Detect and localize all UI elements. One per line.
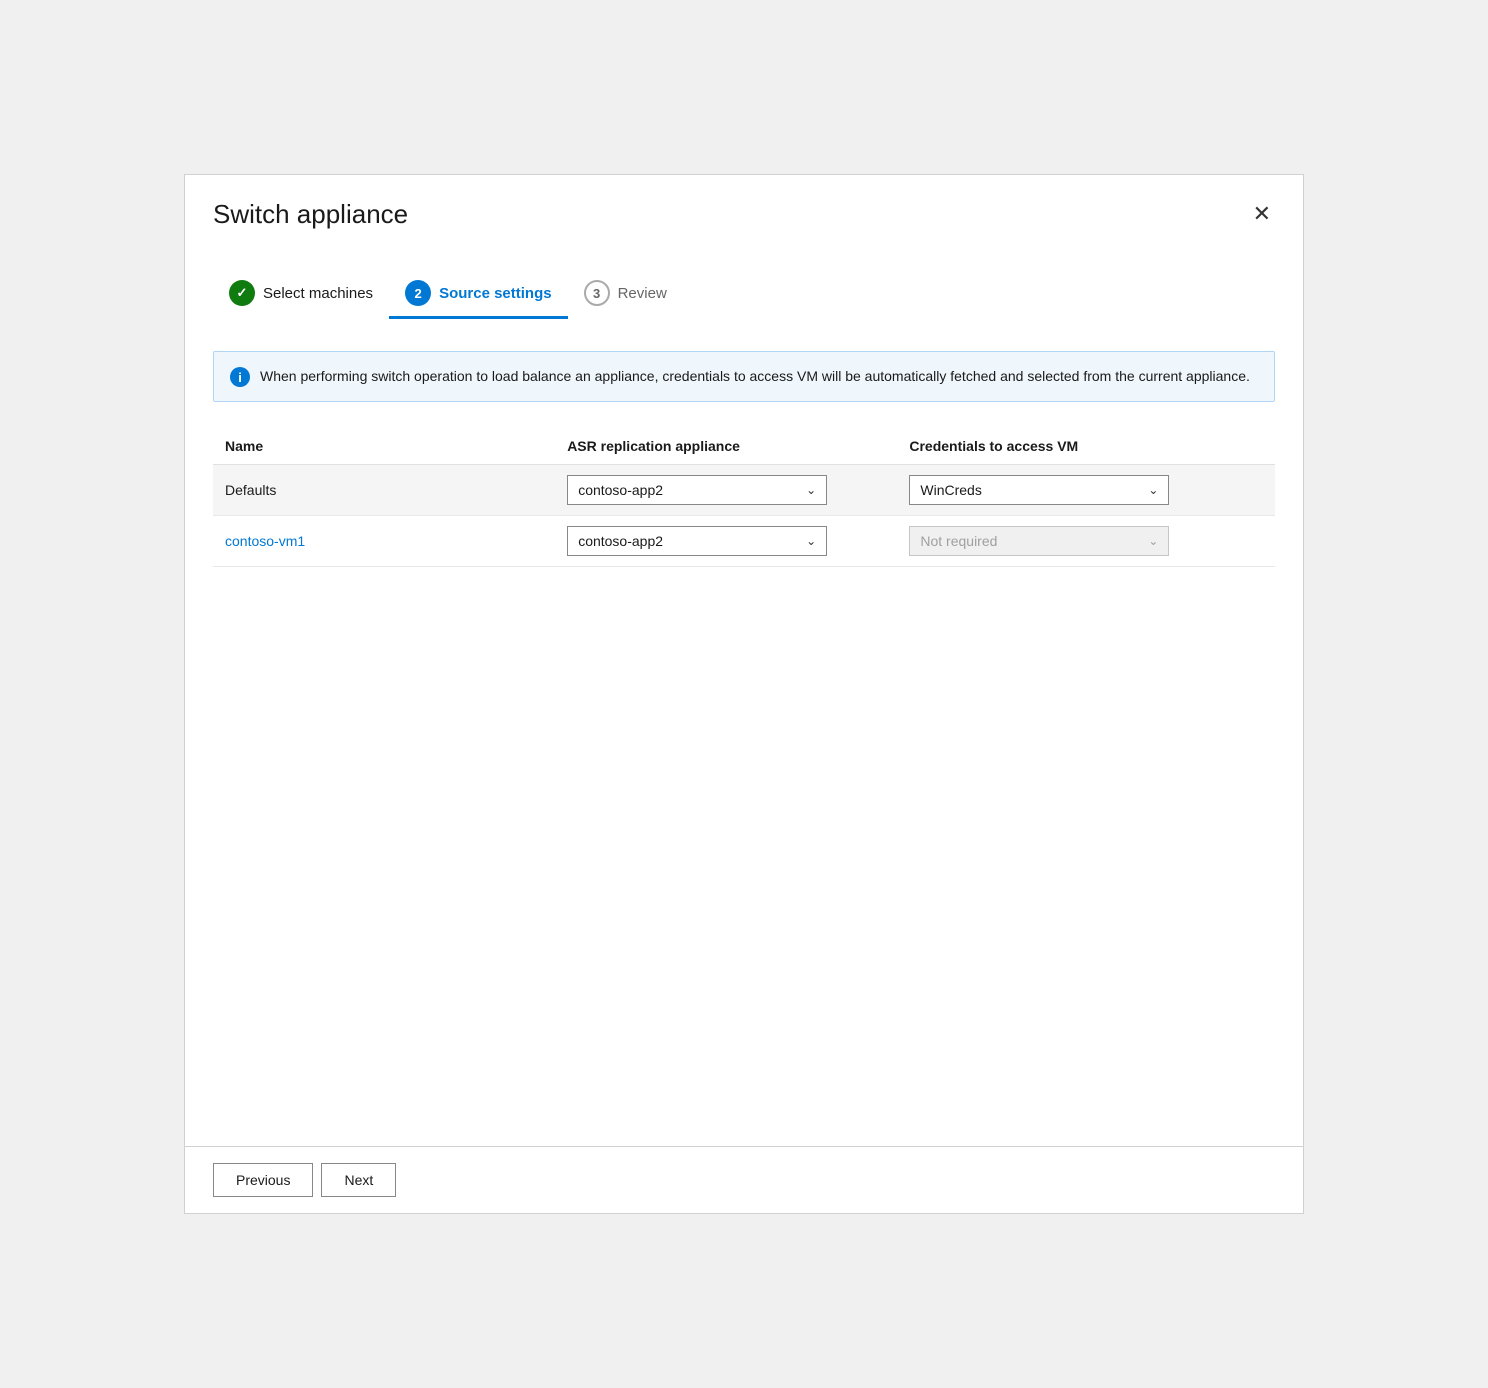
dialog-footer: Previous Next [185, 1146, 1303, 1213]
switch-appliance-dialog: Switch appliance ✕ ✓ Select machines 2 S… [184, 174, 1304, 1214]
step-select-machines[interactable]: ✓ Select machines [213, 270, 389, 319]
row-defaults-appliance-value: contoso-app2 [578, 482, 663, 498]
step-2-label: Source settings [439, 285, 552, 302]
row-vm1-credentials-dropdown: Not required ⌄ [909, 526, 1169, 556]
stepper: ✓ Select machines 2 Source settings 3 Re… [213, 262, 1275, 327]
row-vm1-appliance-cell: contoso-app2 ⌄ [555, 516, 897, 567]
row-vm1-appliance-value: contoso-app2 [578, 533, 663, 549]
chevron-down-icon: ⌄ [806, 534, 816, 548]
col-header-credentials: Credentials to access VM [897, 430, 1275, 465]
row-vm1-credentials-cell: Not required ⌄ [897, 516, 1275, 567]
info-banner-text: When performing switch operation to load… [260, 366, 1250, 387]
step-2-circle: 2 [405, 280, 431, 306]
row-vm1-credentials-value: Not required [920, 533, 997, 549]
chevron-down-icon: ⌄ [1148, 534, 1158, 548]
dialog-header: Switch appliance ✕ [185, 175, 1303, 246]
step-3-circle: 3 [584, 280, 610, 306]
dialog-body: ✓ Select machines 2 Source settings 3 Re… [185, 246, 1303, 1146]
col-header-name: Name [213, 430, 555, 465]
close-button[interactable]: ✕ [1249, 199, 1275, 229]
col-header-appliance: ASR replication appliance [555, 430, 897, 465]
step-review[interactable]: 3 Review [568, 270, 683, 319]
info-icon: i [230, 367, 250, 387]
row-vm1-name-cell: contoso-vm1 [213, 516, 555, 567]
row-defaults-appliance-cell: contoso-app2 ⌄ [555, 465, 897, 516]
step-1-label: Select machines [263, 285, 373, 302]
next-button[interactable]: Next [321, 1163, 396, 1197]
row-defaults-name: Defaults [213, 465, 555, 516]
dialog-title: Switch appliance [213, 199, 408, 230]
table-row: Defaults contoso-app2 ⌄ WinCreds ⌄ [213, 465, 1275, 516]
source-settings-table: Name ASR replication appliance Credentia… [213, 430, 1275, 567]
table-row: contoso-vm1 contoso-app2 ⌄ Not required … [213, 516, 1275, 567]
row-vm1-appliance-dropdown[interactable]: contoso-app2 ⌄ [567, 526, 827, 556]
chevron-down-icon: ⌄ [1148, 483, 1158, 497]
info-banner: i When performing switch operation to lo… [213, 351, 1275, 402]
step-source-settings[interactable]: 2 Source settings [389, 270, 568, 319]
row-defaults-credentials-cell: WinCreds ⌄ [897, 465, 1275, 516]
chevron-down-icon: ⌄ [806, 483, 816, 497]
table-header-row: Name ASR replication appliance Credentia… [213, 430, 1275, 465]
row-defaults-appliance-dropdown[interactable]: contoso-app2 ⌄ [567, 475, 827, 505]
row-vm1-name-link[interactable]: contoso-vm1 [225, 533, 305, 549]
row-defaults-credentials-dropdown[interactable]: WinCreds ⌄ [909, 475, 1169, 505]
previous-button[interactable]: Previous [213, 1163, 313, 1197]
step-1-circle: ✓ [229, 280, 255, 306]
row-defaults-credentials-value: WinCreds [920, 482, 981, 498]
step-3-label: Review [618, 285, 667, 302]
